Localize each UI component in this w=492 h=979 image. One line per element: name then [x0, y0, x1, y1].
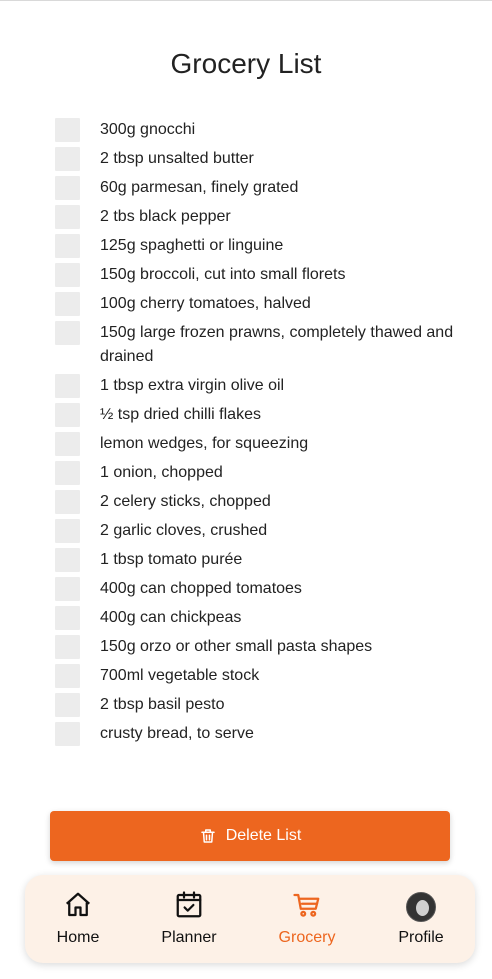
list-item: 2 tbs black pepper [55, 205, 455, 229]
list-item: 2 celery sticks, chopped [55, 490, 455, 514]
nav-planner[interactable]: Planner [144, 890, 234, 947]
item-checkbox[interactable] [55, 403, 80, 427]
home-icon [63, 890, 93, 925]
item-text: 125g spaghetti or linguine [100, 237, 284, 254]
avatar [406, 892, 436, 922]
list-item: 125g spaghetti or linguine [55, 234, 455, 258]
cart-icon [292, 890, 322, 925]
item-text: 2 garlic cloves, crushed [100, 522, 268, 539]
list-item: 1 onion, chopped [55, 461, 455, 485]
item-checkbox[interactable] [55, 461, 80, 485]
item-checkbox[interactable] [55, 374, 80, 398]
nav-grocery-label: Grocery [278, 929, 336, 946]
item-text: 1 tbsp extra virgin olive oil [100, 377, 285, 394]
list-item: 400g can chickpeas [55, 606, 455, 630]
list-item: 150g broccoli, cut into small florets [55, 263, 455, 287]
list-item: 1 tbsp tomato purée [55, 548, 455, 572]
bottom-nav: Home Planner Grocery Profile [25, 875, 475, 963]
list-item: ½ tsp dried chilli flakes [55, 403, 455, 427]
item-text: 2 tbs black pepper [100, 208, 231, 225]
nav-grocery[interactable]: Grocery [262, 891, 352, 947]
item-checkbox[interactable] [55, 664, 80, 688]
list-item: 700ml vegetable stock [55, 664, 455, 688]
item-checkbox[interactable] [55, 606, 80, 630]
item-text: 1 onion, chopped [100, 464, 223, 481]
item-checkbox[interactable] [55, 519, 80, 543]
item-checkbox[interactable] [55, 147, 80, 171]
item-checkbox[interactable] [55, 722, 80, 746]
top-border [0, 0, 492, 3]
item-checkbox[interactable] [55, 490, 80, 514]
list-item: 400g can chopped tomatoes [55, 577, 455, 601]
grocery-list: 300g gnocchi 2 tbsp unsalted butter 60g pa… [55, 118, 455, 751]
item-text: lemon wedges, for squeezing [100, 435, 309, 452]
list-item: 1 tbsp extra virgin olive oil [55, 374, 455, 398]
item-checkbox[interactable] [55, 118, 80, 142]
list-item: 2 garlic cloves, crushed [55, 519, 455, 543]
list-item: 150g large frozen prawns, completely tha… [55, 321, 455, 369]
nav-profile-label: Profile [398, 929, 444, 946]
item-text: 2 tbsp basil pesto [100, 696, 225, 713]
item-text: 150g orzo or other small pasta shapes [100, 638, 373, 655]
item-text: 400g can chopped tomatoes [100, 580, 302, 597]
item-text: 300g gnocchi [100, 121, 196, 138]
nav-planner-label: Planner [161, 929, 217, 946]
delete-list-button[interactable]: Delete List [50, 811, 450, 861]
item-text: 400g can chickpeas [100, 609, 242, 626]
item-checkbox[interactable] [55, 432, 80, 456]
list-item: 150g orzo or other small pasta shapes [55, 635, 455, 659]
item-checkbox[interactable] [55, 205, 80, 229]
list-item: 300g gnocchi [55, 118, 455, 142]
list-item: 2 tbsp unsalted butter [55, 147, 455, 171]
item-checkbox[interactable] [55, 635, 80, 659]
nav-profile[interactable]: Profile [376, 891, 466, 947]
item-text: 100g cherry tomatoes, halved [100, 295, 311, 312]
item-text: 2 tbsp unsalted butter [100, 150, 254, 167]
list-item: 100g cherry tomatoes, halved [55, 292, 455, 316]
item-checkbox[interactable] [55, 693, 80, 717]
item-checkbox[interactable] [55, 577, 80, 601]
item-text: 2 celery sticks, chopped [100, 493, 271, 510]
item-text: 700ml vegetable stock [100, 667, 260, 684]
list-item: 2 tbsp basil pesto [55, 693, 455, 717]
item-text: crusty bread, to serve [100, 725, 254, 742]
item-text: 1 tbsp tomato purée [100, 551, 243, 568]
calendar-check-icon [174, 890, 204, 925]
page-title: Grocery List [170, 48, 322, 79]
item-checkbox[interactable] [55, 548, 80, 572]
list-item: lemon wedges, for squeezing [55, 432, 455, 456]
item-text: ½ tsp dried chilli flakes [100, 406, 261, 423]
item-checkbox[interactable] [55, 292, 80, 316]
item-checkbox[interactable] [55, 321, 80, 345]
list-item: 60g parmesan, finely grated [55, 176, 455, 200]
nav-home[interactable]: Home [33, 891, 123, 947]
item-text: 150g large frozen prawns, completely tha… [100, 324, 454, 365]
item-checkbox[interactable] [55, 234, 80, 258]
delete-list-label: Delete List [225, 827, 302, 844]
item-text: 150g broccoli, cut into small florets [100, 266, 346, 283]
list-item: crusty bread, to serve [55, 722, 455, 746]
item-checkbox[interactable] [55, 263, 80, 287]
nav-home-label: Home [56, 929, 100, 946]
trash-icon [199, 827, 217, 845]
item-checkbox[interactable] [55, 176, 80, 200]
item-text: 60g parmesan, finely grated [100, 179, 299, 196]
